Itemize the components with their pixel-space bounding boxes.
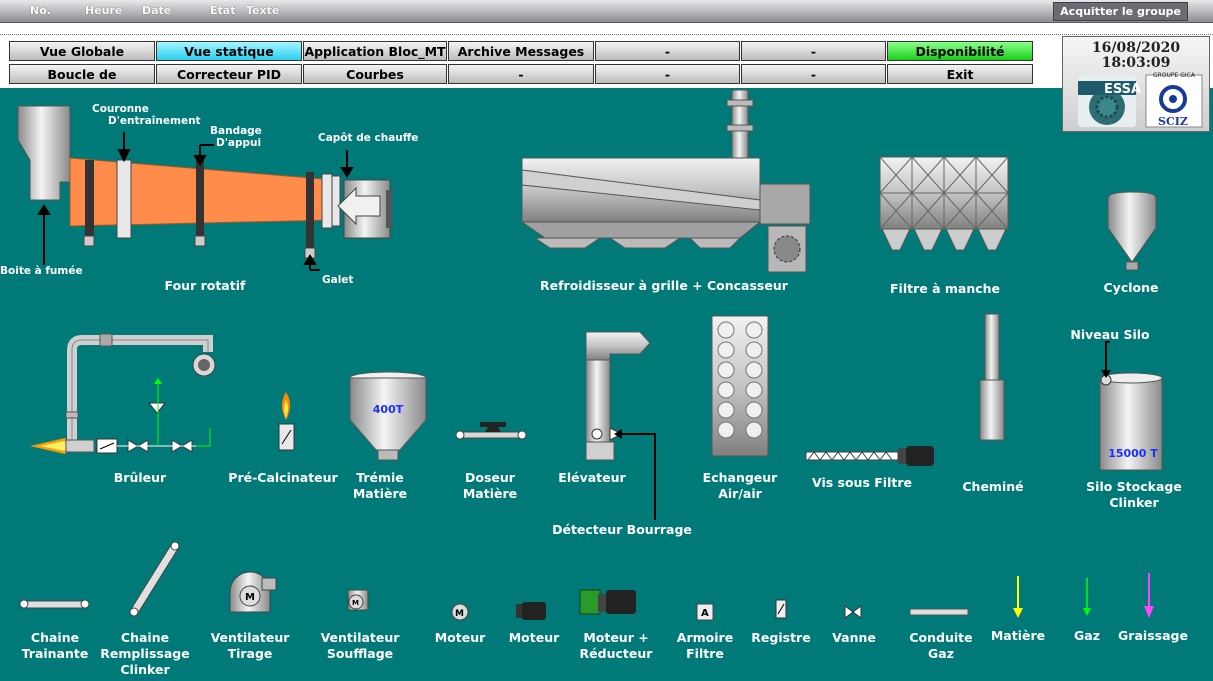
logos: ESSA GROUPE GICA SCIZ	[1078, 72, 1203, 128]
label-capot-chauffe: Capôt de chauffe	[318, 132, 419, 144]
alarm-list[interactable]	[0, 23, 1213, 35]
nav-empty-3[interactable]: -	[448, 64, 594, 84]
legend-graissage: Graissage	[1118, 628, 1188, 643]
logo-gica-caption: GROUPE GICA	[1153, 72, 1196, 79]
label-elevateur: Elévateur	[558, 470, 626, 485]
legend-ventilateur-tirage: Ventilateur Tirage	[210, 630, 290, 661]
current-date: 16/08/2020	[1091, 40, 1181, 56]
label-bandage: Bandage D'appui	[210, 125, 262, 149]
nav-empty-1[interactable]: -	[595, 41, 740, 61]
label-galet: Galet	[322, 274, 354, 286]
label-vis-sous-filtre: Vis sous Filtre	[812, 475, 912, 490]
current-time: 18:03:09	[1101, 55, 1171, 71]
legend-moteur: Moteur	[434, 630, 486, 645]
tremie-level-value: 400T	[372, 403, 404, 416]
legend-vanne: Vanne	[832, 630, 876, 645]
legend-registre: Registre	[751, 630, 811, 645]
label-bruleur: Brûleur	[113, 470, 167, 485]
nav-correcteur-pid[interactable]: Correcteur PID	[156, 64, 302, 84]
legend-chaine-remplissage: Chaine Remplissage Clinker	[100, 630, 190, 677]
nav-disponibilite[interactable]: Disponibilité	[887, 41, 1033, 61]
legend-conduite-gaz: Conduite Gaz	[909, 630, 973, 661]
legend-ventilateur-soufflage: Ventilateur Soufflage	[320, 630, 400, 661]
label-filtre-manche: Filtre à manche	[890, 281, 1001, 296]
label-silo-stockage: Silo Stockage Clinker	[1086, 479, 1182, 510]
alarm-col-date[interactable]: Date	[142, 4, 171, 17]
label-four-rotatif: Four rotatif	[164, 278, 246, 293]
nav-empty-4[interactable]: -	[595, 64, 740, 84]
navigation-panel: Vue Globale Vue statique Application Blo…	[0, 36, 1213, 88]
nav-boucle-regulation[interactable]: Boucle de Régulation	[9, 64, 155, 84]
alarm-col-heure[interactable]: Heure	[85, 4, 122, 17]
echangeur-icon[interactable]	[711, 315, 769, 457]
alarm-col-no[interactable]: No.	[30, 4, 51, 17]
legend-gaz: Gaz	[1074, 628, 1100, 643]
legend-moteur-2: Moteur	[508, 630, 560, 645]
date-time-panel: 16/08/2020 18:03:09 ESSA GROUPE GICA SCI…	[1062, 36, 1210, 132]
legend-armoire-filtre: Armoire Filtre	[676, 630, 734, 661]
label-detecteur-bourrage: Détecteur Bourrage	[552, 522, 692, 537]
label-refroidisseur: Refroidisseur à grille + Concasseur	[540, 278, 788, 293]
label-chemine: Cheminé	[962, 479, 1024, 494]
alarm-col-etat[interactable]: Etat	[210, 4, 235, 17]
logo-essa-text: ESSA	[1104, 82, 1141, 97]
label-niveau-silo: Niveau Silo	[1070, 327, 1150, 342]
legend-moteur-reducteur: Moteur + Réducteur	[579, 630, 653, 661]
alarm-header-bar: No. Heure Date Etat Texte Acquitter le g…	[0, 0, 1213, 23]
label-cyclone: Cyclone	[1103, 280, 1159, 295]
silo-level-value: 15000 T	[1108, 447, 1158, 460]
nav-empty-5[interactable]: -	[741, 64, 886, 84]
nav-empty-2[interactable]: -	[741, 41, 886, 61]
label-precalcinateur: Pré-Calcinateur	[228, 470, 338, 485]
logo-sciz-text: SCIZ	[1158, 115, 1188, 128]
nav-vue-globale[interactable]: Vue Globale	[9, 41, 155, 61]
label-doseur: Doseur Matière	[462, 470, 518, 501]
nav-application-bloc-mt[interactable]: Application Bloc_MT	[303, 41, 447, 61]
legend-chaine-trainante: Chaine Trainante	[21, 630, 89, 661]
nav-archive-messages[interactable]: Archive Messages	[448, 41, 594, 61]
label-echangeur: Echangeur Air/air	[702, 470, 778, 501]
alarm-col-texte[interactable]: Texte	[246, 4, 279, 17]
nav-exit[interactable]: Exit	[887, 64, 1033, 84]
acknowledge-group-button[interactable]: Acquitter le groupe	[1053, 2, 1188, 21]
legend-matiere: Matière	[990, 628, 1046, 643]
label-couronne: Couronne D'entraînement	[92, 103, 201, 127]
label-boite-fumee: Boite à fumée	[0, 265, 83, 277]
nav-courbes[interactable]: Courbes	[303, 64, 447, 84]
label-tremie: Trémie Matière	[352, 470, 408, 501]
nav-vue-statique[interactable]: Vue statique	[156, 41, 302, 61]
